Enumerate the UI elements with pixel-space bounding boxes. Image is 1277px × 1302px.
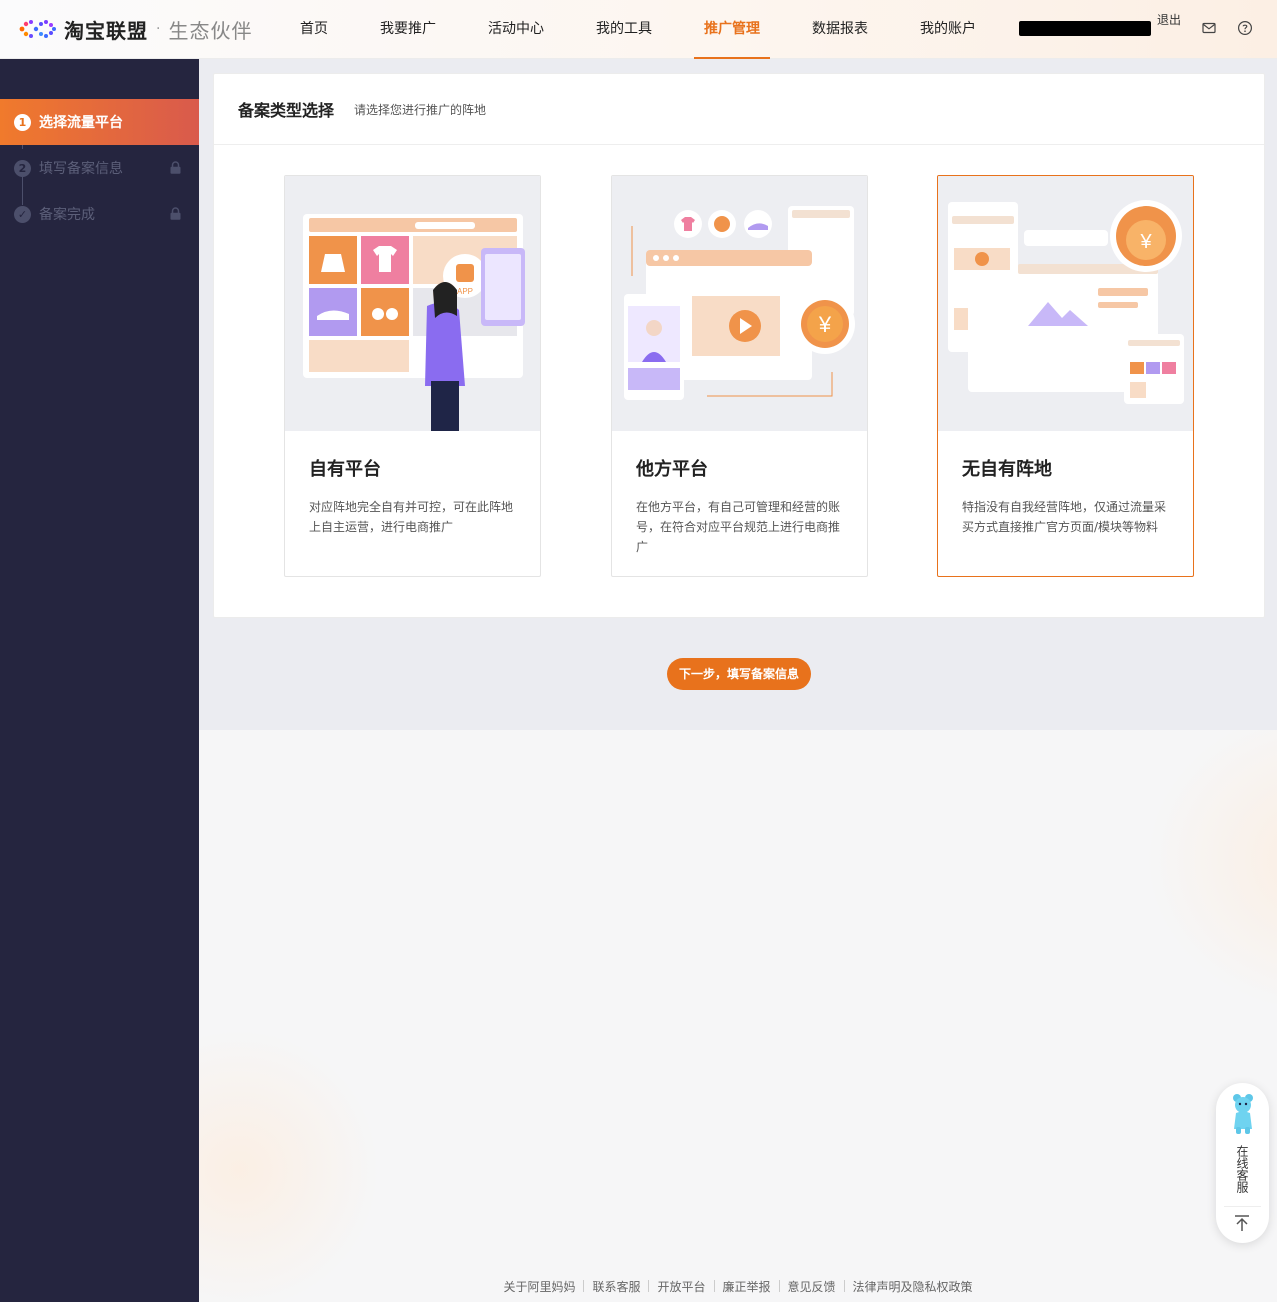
step-number: 1 (14, 113, 31, 131)
nav-activity-center[interactable]: 活动中心 (478, 0, 554, 59)
no-own-position-illustration: ¥ (938, 176, 1193, 431)
nav-promote[interactable]: 我要推广 (370, 0, 446, 59)
check-icon: ✓ (14, 205, 31, 223)
step-number: 2 (14, 159, 31, 177)
nav-data-reports[interactable]: 数据报表 (802, 0, 878, 59)
service-mascot-icon[interactable] (1228, 1093, 1258, 1135)
brand-separator: · (156, 21, 161, 37)
main-nav: 首页 我要推广 活动中心 我的工具 推广管理 数据报表 我的账户 (290, 0, 1018, 59)
widget-divider (1224, 1206, 1261, 1207)
back-to-top-icon[interactable] (1233, 1214, 1251, 1232)
card-title: 自有平台 (309, 459, 381, 480)
brand-subtitle: 生态伙伴 (168, 18, 253, 43)
nav-promotion-management[interactable]: 推广管理 (694, 0, 770, 59)
logout-link[interactable]: 退出 (1157, 12, 1181, 29)
step-select-platform[interactable]: 1 选择流量平台 (0, 99, 199, 145)
panel-subtitle: 请选择您进行推广的阵地 (354, 102, 487, 117)
card-own-platform[interactable]: APP 自有平台 对应阵地完全自有并可控，可在此阵地上自主运营，进行电商推广 (284, 175, 541, 577)
step-sidebar: 1 选择流量平台 2 填写备案信息 ✓ 备案完成 (0, 59, 199, 1302)
step-fill-record-info: 2 填写备案信息 (0, 145, 199, 191)
record-type-panel: 备案类型选择 请选择您进行推广的阵地 APP 自有平台 对应阵地完全自有并可控，… (213, 73, 1265, 618)
step-label: 填写备案信息 (39, 161, 123, 177)
footer-link-about[interactable]: 关于阿里妈妈 (495, 1278, 583, 1295)
nav-my-account[interactable]: 我的账户 (910, 0, 986, 59)
nav-home[interactable]: 首页 (290, 0, 338, 59)
online-service-label[interactable]: 在线客服 (1233, 1138, 1250, 1200)
lock-icon (170, 207, 181, 220)
card-third-party-platform[interactable]: ¥ 他方平台 在他方平台，有自己可管理和经营的账号，在符合对应平台规范上进行电商… (611, 175, 868, 577)
footer-link-open-platform[interactable]: 开放平台 (649, 1278, 713, 1295)
next-step-button[interactable]: 下一步，填写备案信息 (667, 658, 811, 690)
footer-links: 关于阿里妈妈 联系客服 开放平台 廉正举报 意见反馈 法律声明及隐私权政策 (199, 1277, 1277, 1295)
brand-name: 淘宝联盟 (64, 18, 148, 43)
card-description: 在他方平台，有自己可管理和经营的账号，在符合对应平台规范上进行电商推广 (636, 500, 841, 554)
panel-header: 备案类型选择 请选择您进行推广的阵地 (214, 74, 1264, 145)
page-background (199, 730, 1277, 1302)
card-description: 特指没有自我经营阵地，仅通过流量采买方式直接推广官方页面/模块等物料 (962, 500, 1167, 534)
top-header: 淘宝联盟 · 生态伙伴 首页 我要推广 活动中心 我的工具 推广管理 数据报表 … (0, 0, 1277, 59)
app-illus-text: APP (457, 287, 473, 296)
card-title: 他方平台 (636, 459, 708, 480)
card-description: 对应阵地完全自有并可控，可在此阵地上自主运营，进行电商推广 (309, 500, 514, 534)
step-label: 备案完成 (39, 207, 95, 223)
alliance-logo-icon (19, 20, 56, 38)
card-no-own-position[interactable]: ¥ 无自有阵地 特指没有自我经营阵地，仅通过流量采买方式直接推广官方页面/模块等… (937, 175, 1194, 577)
footer-link-contact[interactable]: 联系客服 (584, 1278, 648, 1295)
help-icon[interactable] (1237, 20, 1253, 36)
step-record-complete: ✓ 备案完成 (0, 191, 199, 237)
card-title: 无自有阵地 (962, 459, 1052, 480)
brand-logo[interactable]: 淘宝联盟 · 生态伙伴 (18, 14, 252, 44)
lock-icon (170, 161, 181, 174)
own-platform-illustration: APP (285, 176, 540, 431)
step-label: 选择流量平台 (39, 115, 123, 131)
yuan-illus-text: ¥ (1139, 231, 1152, 253)
online-service-widget: 在线客服 (1216, 1083, 1269, 1243)
footer-link-legal[interactable]: 法律声明及隐私权政策 (845, 1278, 981, 1295)
third-party-platform-illustration: ¥ (612, 176, 867, 431)
panel-title: 备案类型选择 (238, 101, 335, 120)
nav-my-tools[interactable]: 我的工具 (586, 0, 662, 59)
footer-link-feedback[interactable]: 意见反馈 (780, 1278, 844, 1295)
mail-icon[interactable] (1201, 20, 1217, 36)
yuan-illus-text: ¥ (818, 312, 832, 337)
redacted-username (1019, 21, 1151, 36)
footer-link-report[interactable]: 廉正举报 (715, 1278, 779, 1295)
